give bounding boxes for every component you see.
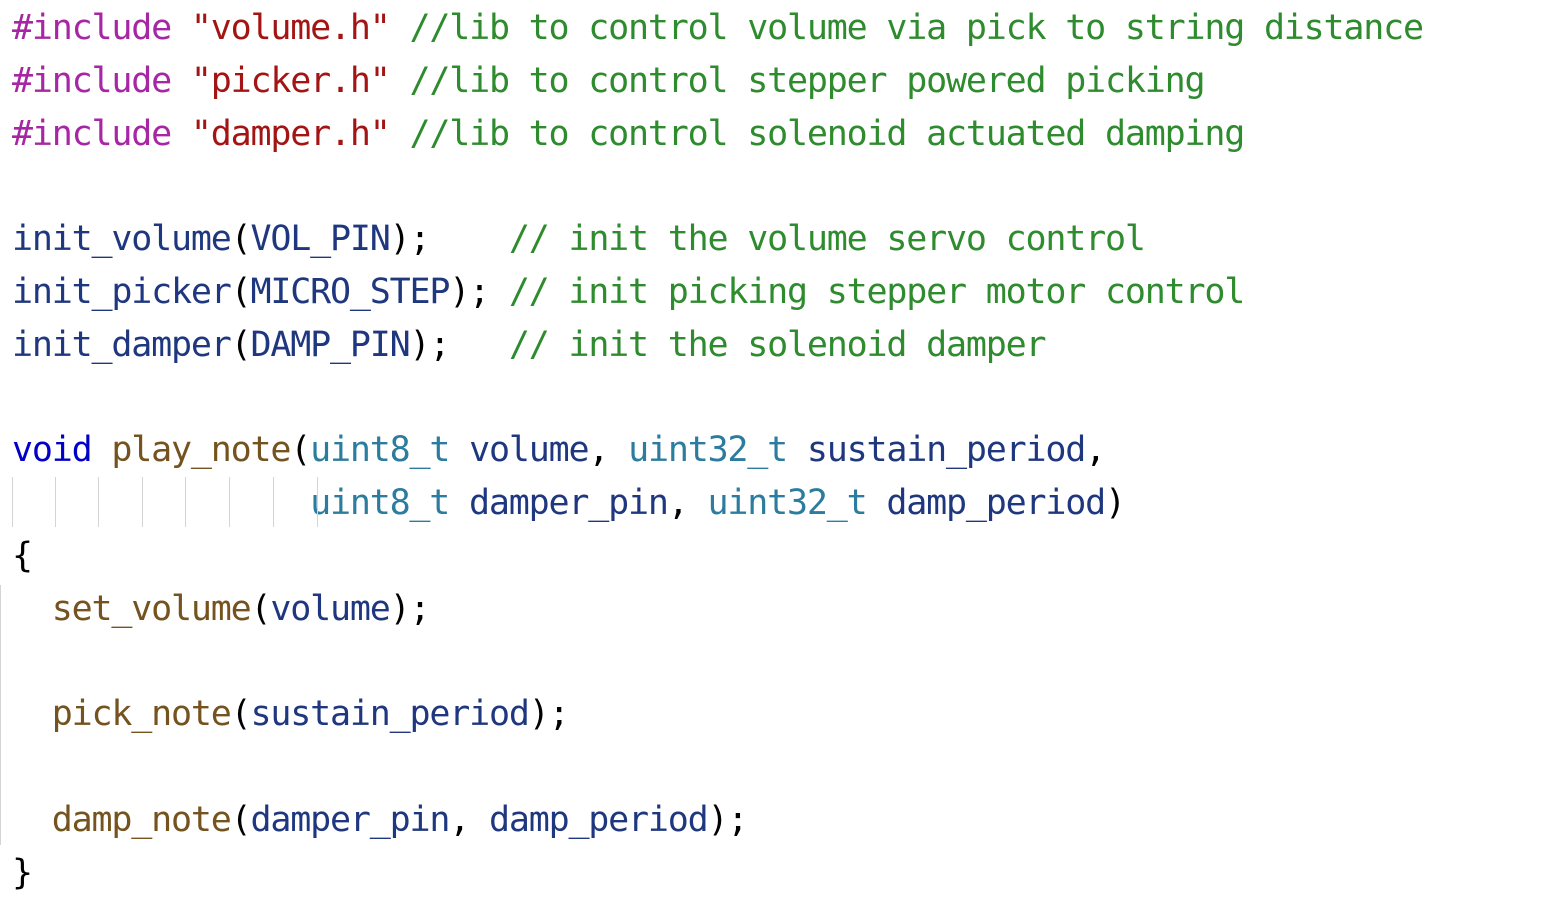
code-token-punct: ( xyxy=(230,271,252,312)
code-line[interactable]: set_volume(volume); xyxy=(12,583,1557,636)
code-token-type: uint8_t xyxy=(310,430,450,471)
code-token-keyword: void xyxy=(12,430,93,471)
code-token-ident: damper_pin xyxy=(449,483,669,524)
indent-guide xyxy=(185,477,186,527)
code-token-comment: //lib to control solenoid actuated dampi… xyxy=(409,113,1245,154)
indent-guides xyxy=(12,477,342,527)
code-line[interactable]: init_damper(DAMP_PIN); // init the solen… xyxy=(12,319,1557,372)
code-token-punct: ); xyxy=(409,324,450,365)
code-line[interactable]: init_picker(MICRO_STEP); // init picking… xyxy=(12,266,1557,319)
indent-guide xyxy=(317,477,318,527)
code-token-string: "damper.h" xyxy=(190,113,391,154)
code-token-punct: ); xyxy=(389,219,431,260)
code-token-ident: init_damper xyxy=(12,324,232,365)
code-line[interactable]: ​ xyxy=(12,160,1557,213)
code-token-punct: ( xyxy=(230,694,252,735)
code-token-comment: // init the solenoid damper xyxy=(508,324,1047,365)
function-body-indent-guide xyxy=(0,585,1,845)
code-token-type: uint32_t xyxy=(628,430,788,471)
code-token-string: "picker.h" xyxy=(190,60,391,101)
code-line[interactable]: init_volume(VOL_PIN); // init the volume… xyxy=(12,213,1557,266)
indent-guide xyxy=(229,477,230,527)
indent-guide xyxy=(142,477,143,527)
code-token-comment: // init the volume servo control xyxy=(508,219,1146,260)
code-token-ident: volume xyxy=(449,430,589,471)
code-token-ident xyxy=(171,61,191,101)
code-line[interactable]: ​ xyxy=(12,636,1557,689)
code-editor[interactable]: #include "volume.h" //lib to control vol… xyxy=(12,0,1557,905)
code-token-punct: ) xyxy=(1104,483,1126,524)
code-token-ident xyxy=(171,114,191,154)
code-token-punct: ( xyxy=(290,430,311,471)
code-token-punct: ); xyxy=(528,694,570,735)
code-token-ident: sustain_period xyxy=(250,694,529,735)
code-line[interactable]: #include "volume.h" //lib to control vol… xyxy=(12,2,1557,55)
code-token-punct: ); xyxy=(449,271,490,312)
code-line[interactable]: } xyxy=(12,847,1557,900)
code-token-ident xyxy=(390,8,410,48)
code-token-ident xyxy=(390,114,410,154)
code-line[interactable]: void play_note(uint8_t volume, uint32_t … xyxy=(12,424,1557,477)
code-token-directive: #include xyxy=(12,8,172,48)
code-token-ident xyxy=(171,8,191,48)
code-token-ident: init_volume xyxy=(12,219,232,260)
code-token-ident xyxy=(429,219,509,259)
code-token-ident: volume xyxy=(270,588,390,629)
code-token-func: pick_note xyxy=(51,694,232,735)
code-line[interactable]: ​ xyxy=(12,741,1557,794)
code-token-punct: , xyxy=(449,799,489,840)
code-token-punct: , xyxy=(588,430,629,471)
code-token-func: damp_note xyxy=(51,799,232,840)
code-token-ident: DAMP_PIN xyxy=(250,324,410,365)
code-token-comment: //lib to control stepper powered picking xyxy=(409,60,1205,101)
code-line[interactable]: { xyxy=(12,530,1557,583)
code-token-comment: //lib to control volume via pick to stri… xyxy=(409,8,1424,48)
code-token-punct: ( xyxy=(230,799,252,840)
code-token-punct: ); xyxy=(707,799,749,840)
indent-guide xyxy=(98,477,99,527)
code-token-punct: } xyxy=(12,852,33,893)
code-token-punct: , xyxy=(1085,430,1106,471)
code-token-type: uint32_t xyxy=(707,483,868,524)
code-token-ident: damper_pin xyxy=(250,799,450,840)
code-token-ident: damp_period xyxy=(488,799,709,840)
code-line[interactable]: pick_note(sustain_period); xyxy=(12,688,1557,741)
code-token-string: "volume.h" xyxy=(190,8,391,48)
code-token-ident xyxy=(390,61,410,101)
code-token-ident xyxy=(12,589,52,629)
code-token-directive: #include xyxy=(12,113,172,154)
code-token-func: set_volume xyxy=(51,588,252,629)
code-line[interactable]: damp_note(damper_pin, damp_period); xyxy=(12,794,1557,847)
code-token-ident: MICRO_STEP xyxy=(250,271,450,312)
indent-guide xyxy=(273,477,274,527)
code-token-punct: ( xyxy=(250,588,271,629)
code-token-ident xyxy=(12,694,52,734)
indent-guide xyxy=(55,477,56,527)
indent-guide xyxy=(12,477,13,527)
code-token-ident xyxy=(92,430,112,470)
code-token-directive: #include xyxy=(12,60,172,101)
code-token-ident: sustain_period xyxy=(787,430,1086,471)
code-line[interactable]: #include "damper.h" //lib to control sol… xyxy=(12,108,1557,161)
code-token-punct: ( xyxy=(230,324,252,365)
code-token-ident xyxy=(449,325,509,365)
code-token-punct: ); xyxy=(389,588,431,629)
code-line[interactable]: ​ xyxy=(12,372,1557,425)
code-token-ident xyxy=(12,800,52,840)
code-token-punct: , xyxy=(667,483,708,524)
code-token-ident xyxy=(489,272,509,312)
code-token-ident: damp_period xyxy=(866,483,1106,524)
code-token-punct: ( xyxy=(230,219,252,260)
code-token-ident: init_picker xyxy=(12,271,232,312)
code-token-punct: { xyxy=(12,535,33,576)
code-token-func: play_note xyxy=(111,430,291,471)
code-token-comment: // init picking stepper motor control xyxy=(508,271,1245,312)
code-token-ident: VOL_PIN xyxy=(250,219,390,260)
code-line[interactable]: #include "picker.h" //lib to control ste… xyxy=(12,55,1557,108)
